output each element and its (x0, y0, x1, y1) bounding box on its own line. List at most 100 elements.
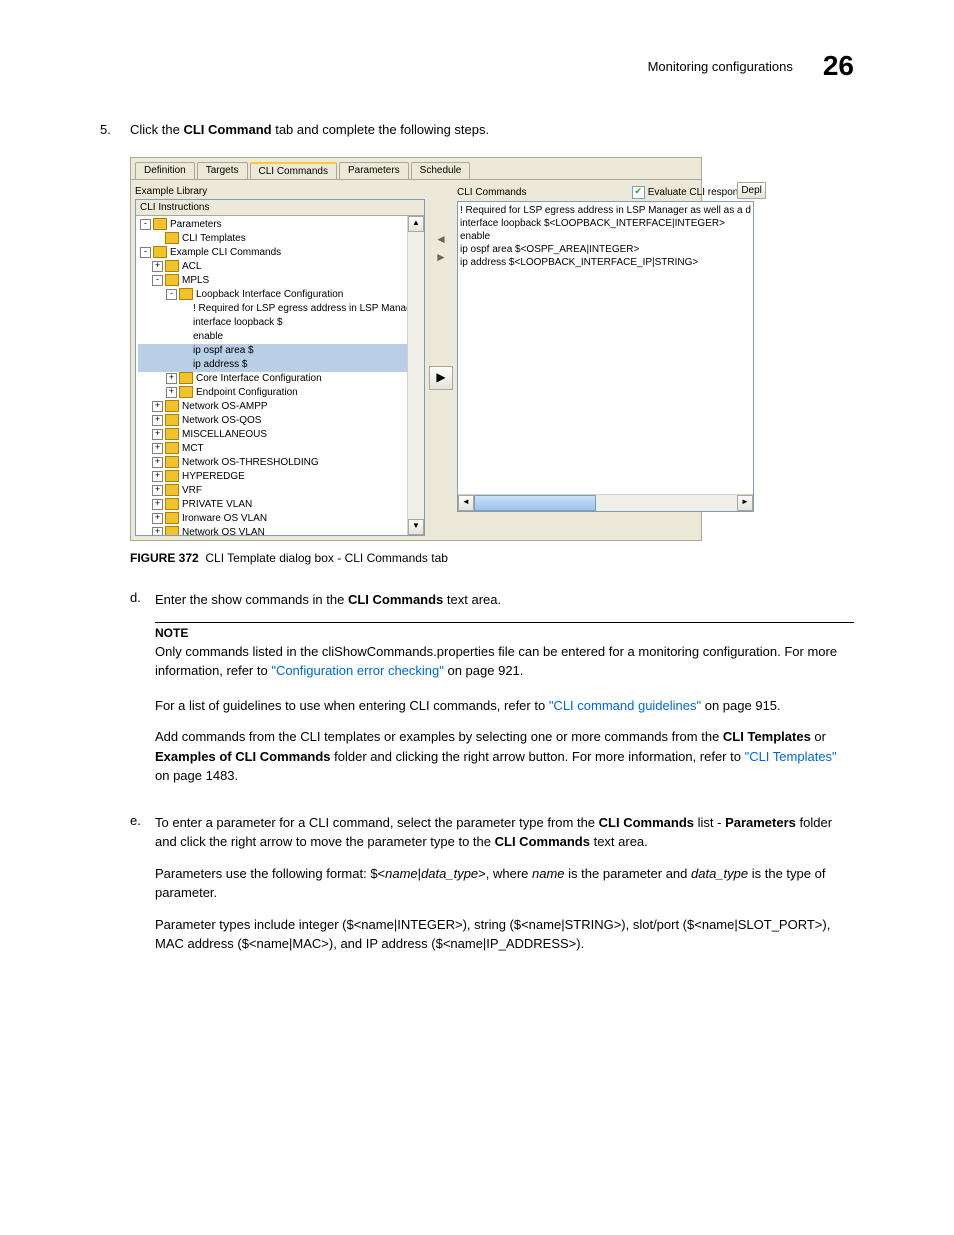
folder-icon (165, 414, 179, 426)
cli-line: ip ospf area $<OSPF_AREA|INTEGER> (460, 243, 751, 256)
cli-templates-link[interactable]: "CLI Templates" (745, 749, 837, 764)
folder-icon (165, 274, 179, 286)
substep-letter: e. (130, 813, 155, 966)
scroll-left-icon[interactable]: ◄ (458, 495, 474, 511)
tree-row[interactable]: + PRIVATE VLAN (138, 498, 422, 512)
tree-row[interactable]: -Example CLI Commands (138, 246, 422, 260)
expand-icon[interactable]: + (152, 443, 163, 454)
cli-line: ip address $<LOOPBACK_INTERFACE_IP|STRIN… (460, 256, 751, 269)
expand-icon[interactable]: + (166, 373, 177, 384)
substep-d: d. Enter the show commands in the CLI Co… (130, 590, 854, 798)
collapse-left-icon[interactable]: ◄ (433, 230, 449, 248)
expand-icon[interactable]: - (140, 219, 151, 230)
folder-icon (165, 470, 179, 482)
tree-row[interactable]: + Network OS-AMPP (138, 400, 422, 414)
tree-row[interactable]: ip address $ (138, 358, 422, 372)
expand-icon[interactable]: + (152, 415, 163, 426)
tree-row[interactable]: + Endpoint Configuration (138, 386, 422, 400)
expand-icon[interactable]: + (152, 261, 163, 272)
tree-row[interactable]: CLI Templates (138, 232, 422, 246)
horizontal-scrollbar[interactable]: ◄ ► (458, 494, 753, 511)
tree-label: HYPEREDGE (182, 471, 245, 482)
deploy-button[interactable]: Depl (737, 182, 766, 199)
folder-icon (165, 484, 179, 496)
tree-label: PRIVATE VLAN (182, 499, 252, 510)
cli-template-dialog: Definition Targets CLI Commands Paramete… (130, 157, 702, 541)
cli-commands-textarea[interactable]: ! Required for LSP egress address in LSP… (457, 201, 754, 512)
tree-row[interactable]: + MCT (138, 442, 422, 456)
step-5: 5. Click the CLI Command tab and complet… (100, 122, 854, 137)
scroll-up-icon[interactable]: ▲ (408, 216, 424, 232)
folder-icon (179, 372, 193, 384)
step-text: Click the CLI Command tab and complete t… (130, 122, 854, 137)
expand-icon[interactable]: + (166, 387, 177, 398)
tree-label: Endpoint Configuration (196, 387, 298, 398)
tree-row[interactable]: enable (138, 330, 422, 344)
expand-icon[interactable]: + (152, 401, 163, 412)
figure-label: FIGURE 372 (130, 551, 199, 565)
tree-panel: CLI Instructions -ParametersCLI Template… (135, 199, 425, 536)
expand-icon[interactable]: + (152, 485, 163, 496)
tree-label: Loopback Interface Configuration (196, 289, 343, 300)
tree-row[interactable]: ! Required for LSP egress address in LSP… (138, 302, 422, 316)
expand-icon[interactable]: + (152, 513, 163, 524)
tree-row[interactable]: - Loopback Interface Configuration (138, 288, 422, 302)
folder-icon (165, 428, 179, 440)
tree-label: Network OS-AMPP (182, 401, 268, 412)
tree-row[interactable]: + Core Interface Configuration (138, 372, 422, 386)
expand-icon[interactable]: + (152, 457, 163, 468)
tree-row[interactable]: -MPLS (138, 274, 422, 288)
evaluate-checkbox-wrap[interactable]: ✔Evaluate CLI responses (632, 186, 754, 199)
tree-row[interactable]: + Network OS VLAN (138, 526, 422, 536)
expand-icon[interactable]: + (152, 429, 163, 440)
expand-icon[interactable]: - (140, 247, 151, 258)
figure-caption: FIGURE 372 CLI Template dialog box - CLI… (130, 551, 854, 565)
expand-icon[interactable]: + (152, 499, 163, 510)
tree-row[interactable]: +ACL (138, 260, 422, 274)
tree-label: MCT (182, 443, 204, 454)
tree-label: ip address $ (193, 359, 247, 370)
tab-cli-commands[interactable]: CLI Commands (250, 162, 337, 179)
tree-row[interactable]: - Parameters (138, 218, 422, 232)
tree-label: Parameters (170, 219, 222, 230)
tree-label: VRF (182, 485, 202, 496)
folder-icon (153, 246, 167, 258)
tab-definition[interactable]: Definition (135, 162, 195, 179)
collapse-right-icon[interactable]: ► (433, 248, 449, 266)
expand-icon[interactable]: + (152, 527, 163, 536)
cli-tree[interactable]: - Parameters CLI Templates-Example CLI Com… (136, 216, 424, 536)
tab-schedule[interactable]: Schedule (411, 162, 471, 179)
tree-label: ip ospf area $ (193, 345, 254, 356)
tree-label: ! Required for LSP egress address in LSP… (193, 303, 425, 314)
expand-icon[interactable]: - (166, 289, 177, 300)
cli-guidelines-link[interactable]: "CLI command guidelines" (549, 698, 701, 713)
tree-row[interactable]: +Ironware OS VLAN (138, 512, 422, 526)
expand-icon[interactable]: - (152, 275, 163, 286)
tree-row[interactable]: +Network OS-THRESHOLDING (138, 456, 422, 470)
step-number: 5. (100, 122, 130, 137)
tree-row[interactable]: +MISCELLANEOUS (138, 428, 422, 442)
tree-row[interactable]: interface loopback $ (138, 316, 422, 330)
tab-targets[interactable]: Targets (197, 162, 248, 179)
tree-row[interactable]: + VRF (138, 484, 422, 498)
dialog-tabs: Definition Targets CLI Commands Paramete… (131, 158, 701, 179)
folder-icon (165, 260, 179, 272)
checkbox-icon[interactable]: ✔ (632, 186, 645, 199)
folder-icon (165, 400, 179, 412)
tree-row[interactable]: ip ospf area $ (138, 344, 422, 358)
scroll-thumb[interactable] (474, 495, 596, 511)
tree-row[interactable]: +Network OS-QOS (138, 414, 422, 428)
expand-icon[interactable]: + (152, 471, 163, 482)
config-error-link[interactable]: "Configuration error checking" (271, 663, 444, 678)
tab-parameters[interactable]: Parameters (339, 162, 409, 179)
scroll-down-icon[interactable]: ▼ (408, 519, 424, 535)
tree-label: Core Interface Configuration (196, 373, 322, 384)
tree-label: Network OS VLAN (182, 527, 265, 536)
example-library-label: Example Library (135, 184, 425, 199)
move-right-button[interactable]: ▶ (429, 366, 453, 390)
chapter-number: 26 (823, 50, 854, 82)
vertical-scrollbar[interactable]: ▲ ▼ (407, 216, 424, 535)
tree-row[interactable]: + HYPEREDGE (138, 470, 422, 484)
folder-icon (165, 232, 179, 244)
scroll-right-icon[interactable]: ► (737, 495, 753, 511)
